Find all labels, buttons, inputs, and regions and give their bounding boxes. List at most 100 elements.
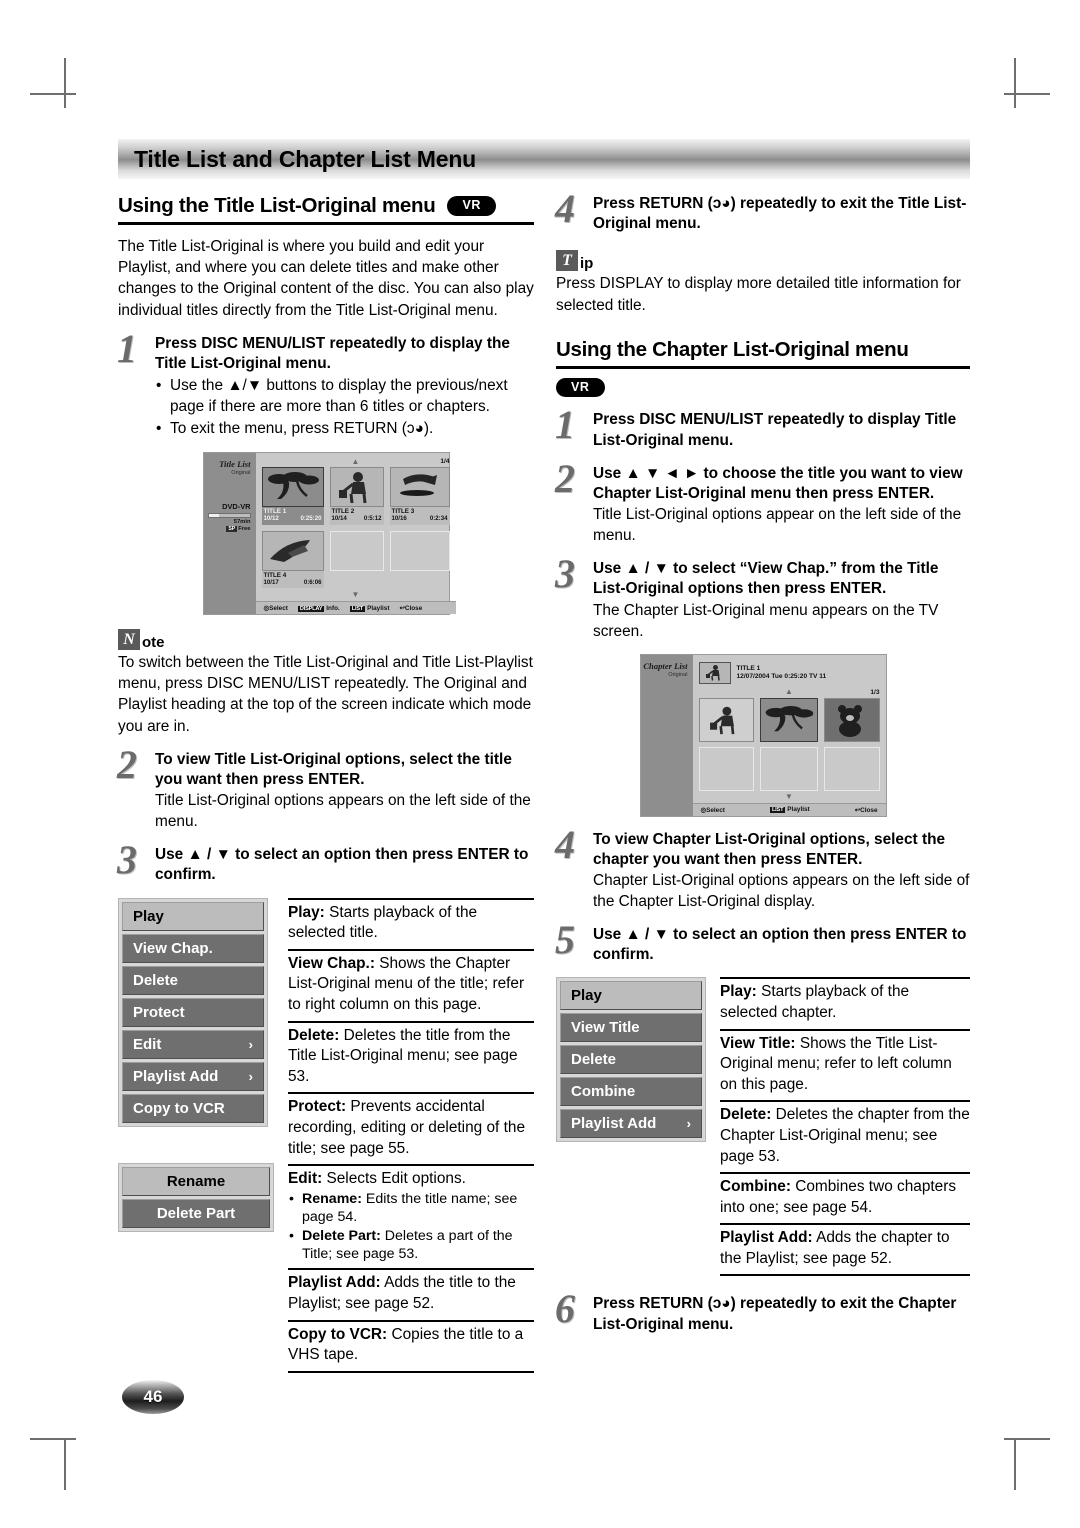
title-cell[interactable]: TITLE 3 10/16 0:2:34: [389, 467, 450, 527]
chapter-cell[interactable]: [824, 697, 880, 743]
submenu-delete-part[interactable]: Delete Part: [122, 1198, 270, 1228]
disc-space-bar: [207, 513, 251, 518]
chapter-list-footer: ◎Select LIST Playlist ↩Close: [692, 802, 886, 816]
step-4-title-list: 4 Press RETURN (ↄ◕) repeatedly to exit t…: [555, 189, 970, 234]
title-thumbnail-bird: [389, 467, 450, 507]
definition-delete: Delete: Deletes the title from the Title…: [288, 1020, 534, 1093]
chapter-header-thumbnail-person: [698, 661, 731, 684]
definition-edit: Edit: Selects Edit options. Rename: Edit…: [288, 1164, 534, 1268]
chapter-cell[interactable]: [760, 697, 818, 743]
title-cell[interactable]: TITLE 1 10/12 0:25:20: [261, 467, 324, 527]
chapter-cell[interactable]: [698, 697, 754, 743]
note-text: To switch between the Title List-Origina…: [118, 654, 533, 735]
chapter-option-view-title[interactable]: View Title: [560, 1013, 702, 1043]
title-cell[interactable]: TITLE 4 10/17 0:6:06: [261, 530, 324, 591]
footer-close[interactable]: ↩Close: [855, 806, 878, 814]
intro-paragraph: The Title List-Original is where you bui…: [118, 238, 534, 319]
crop-mark-right-bottom: [1004, 1438, 1050, 1440]
footer-playlist-label: Playlist: [367, 604, 390, 612]
footer-select[interactable]: ◎Select: [701, 806, 725, 814]
option-edit[interactable]: Edit ›: [122, 1029, 264, 1059]
footer-close-label: Close: [404, 605, 423, 612]
note-glyph-icon: N: [118, 629, 140, 650]
scroll-up-icon[interactable]: ▲: [352, 457, 360, 466]
step-2-heading: To view Title List-Original options, sel…: [155, 750, 512, 789]
definition-combine: Combine: Combines two chapters into one;…: [720, 1172, 970, 1223]
step-2-number: 2: [117, 741, 137, 787]
option-label: Play: [571, 987, 602, 1005]
submenu-rename[interactable]: Rename: [122, 1166, 270, 1196]
sub-definition-rename: Rename: Edits the title name; see page 5…: [288, 1190, 534, 1227]
chapter-grid: [698, 697, 880, 792]
page-number-badge: 46: [122, 1380, 184, 1414]
manual-page: Title List and Chapter List Menu Using t…: [0, 0, 1080, 1528]
chapter-option-playlist-add[interactable]: Playlist Add ›: [560, 1109, 702, 1139]
chapter-list-main: TITLE 1 12/07/2004 Tue 0:25:20 TV 11 ▲ 1…: [692, 655, 886, 816]
chapter-step-4-body: Chapter List-Original options appears on…: [593, 871, 970, 910]
record-mode-row: SP Free: [204, 526, 251, 532]
crop-mark-bottom-right: [1014, 1440, 1016, 1490]
disc-shape-icon: 46: [122, 1380, 184, 1414]
title-thumbnail-person: [329, 467, 384, 507]
vr-badge: VR: [447, 196, 497, 216]
option-label: Edit: [133, 1035, 162, 1053]
step-3: 3 Use ▲ / ▼ to select an option then pre…: [117, 840, 534, 885]
chapter-step-5-heading: Use ▲ / ▼ to select an option then press…: [593, 925, 967, 964]
option-protect[interactable]: Protect: [122, 997, 264, 1027]
option-play[interactable]: Play: [122, 901, 264, 931]
chapter-option-delete[interactable]: Delete: [560, 1045, 702, 1075]
chapter-step-4-heading: To view Chapter List-Original options, s…: [593, 830, 946, 868]
step-2-body: Title List-Original options appears on t…: [155, 792, 531, 831]
footer-info[interactable]: DISPLAY Info.: [297, 605, 340, 612]
definition-playlist-add: Playlist Add: Adds the title to the Play…: [288, 1268, 534, 1319]
chapter-list-side-title: Chapter List: [643, 660, 688, 671]
title-date: 10/17: [263, 578, 279, 586]
chevron-right-icon: ›: [248, 1068, 253, 1084]
scroll-up-icon[interactable]: ▲: [785, 688, 793, 696]
title-grid: TITLE 1 10/12 0:25:20 TITLE 2 10/14 0:5:…: [261, 467, 450, 591]
definition-copy-to-vcr: Copy to VCR: Copies the title to a VHS t…: [288, 1319, 534, 1373]
section-heading-label: Using the Title List-Original menu: [118, 194, 436, 217]
scroll-down-icon[interactable]: ▼: [699, 792, 880, 801]
title-name: TITLE 1: [263, 508, 287, 515]
definition-term: Copy to VCR:: [288, 1325, 388, 1343]
crop-mark-left-top: [30, 93, 76, 95]
disc-type-label: DVD-VR: [222, 502, 251, 511]
title-meta: TITLE 3 10/16 0:2:34: [389, 507, 450, 525]
chapter-step-5: 5 Use ▲ / ▼ to select an option then pre…: [555, 919, 970, 965]
footer-close[interactable]: ↩Close: [399, 604, 422, 612]
chapter-step-4: 4 To view Chapter List-Original options,…: [555, 824, 970, 912]
edit-sub-definitions: Rename: Edits the title name; see page 5…: [288, 1190, 534, 1264]
sub-definition-term: Delete Part:: [302, 1227, 381, 1244]
chapter-option-play[interactable]: Play: [560, 981, 702, 1011]
option-label: Combine: [571, 1083, 636, 1101]
title-cell[interactable]: TITLE 2 10/14 0:5:12: [329, 467, 384, 527]
title-list-side-title: Title List: [219, 459, 251, 469]
footer-playlist[interactable]: LIST Playlist: [769, 806, 810, 814]
page-indicator: 1/4: [440, 458, 450, 465]
title-option-definitions: Play: Starts playback of the selected ti…: [288, 897, 534, 1373]
chapter-step-2-body: Title List-Original options appear on th…: [593, 506, 962, 545]
option-copy-to-vcr[interactable]: Copy to VCR: [122, 1093, 264, 1123]
title-name: TITLE 3: [391, 508, 415, 515]
scroll-down-icon[interactable]: ▼: [262, 590, 450, 599]
footer-select[interactable]: ◎Select: [264, 604, 288, 612]
definition-protect: Protect: Prevents accidental recording, …: [288, 1092, 534, 1164]
footer-playlist[interactable]: LIST Playlist: [349, 604, 390, 612]
chapter-options-section: Play View Title Delete Combine Playlist …: [556, 977, 970, 1277]
chapter-step-2: 2 Use ▲ ▼ ◄ ► to choose the title you wa…: [555, 458, 970, 546]
step-1-bullets: Use the ▲/▼ buttons to display the previ…: [155, 376, 534, 440]
chapter-header-title: TITLE 1: [736, 665, 761, 673]
definition-term: Delete:: [720, 1106, 772, 1124]
chapter-step-3-body: The Chapter List-Original menu appears o…: [593, 601, 939, 640]
chapter-option-combine[interactable]: Combine: [560, 1077, 702, 1107]
page-number: 46: [143, 1387, 163, 1406]
option-delete[interactable]: Delete: [122, 965, 264, 995]
title-time: 0:6:06: [303, 578, 322, 586]
submenu-label: Rename: [166, 1172, 226, 1190]
option-playlist-add[interactable]: Playlist Add ›: [122, 1061, 264, 1091]
disc-remaining-label: 57min: [233, 519, 251, 525]
title-time: 0:2:34: [429, 515, 448, 523]
step-3-heading: Use ▲ / ▼ to select an option then press…: [155, 846, 529, 884]
option-view-chap[interactable]: View Chap.: [122, 933, 264, 963]
